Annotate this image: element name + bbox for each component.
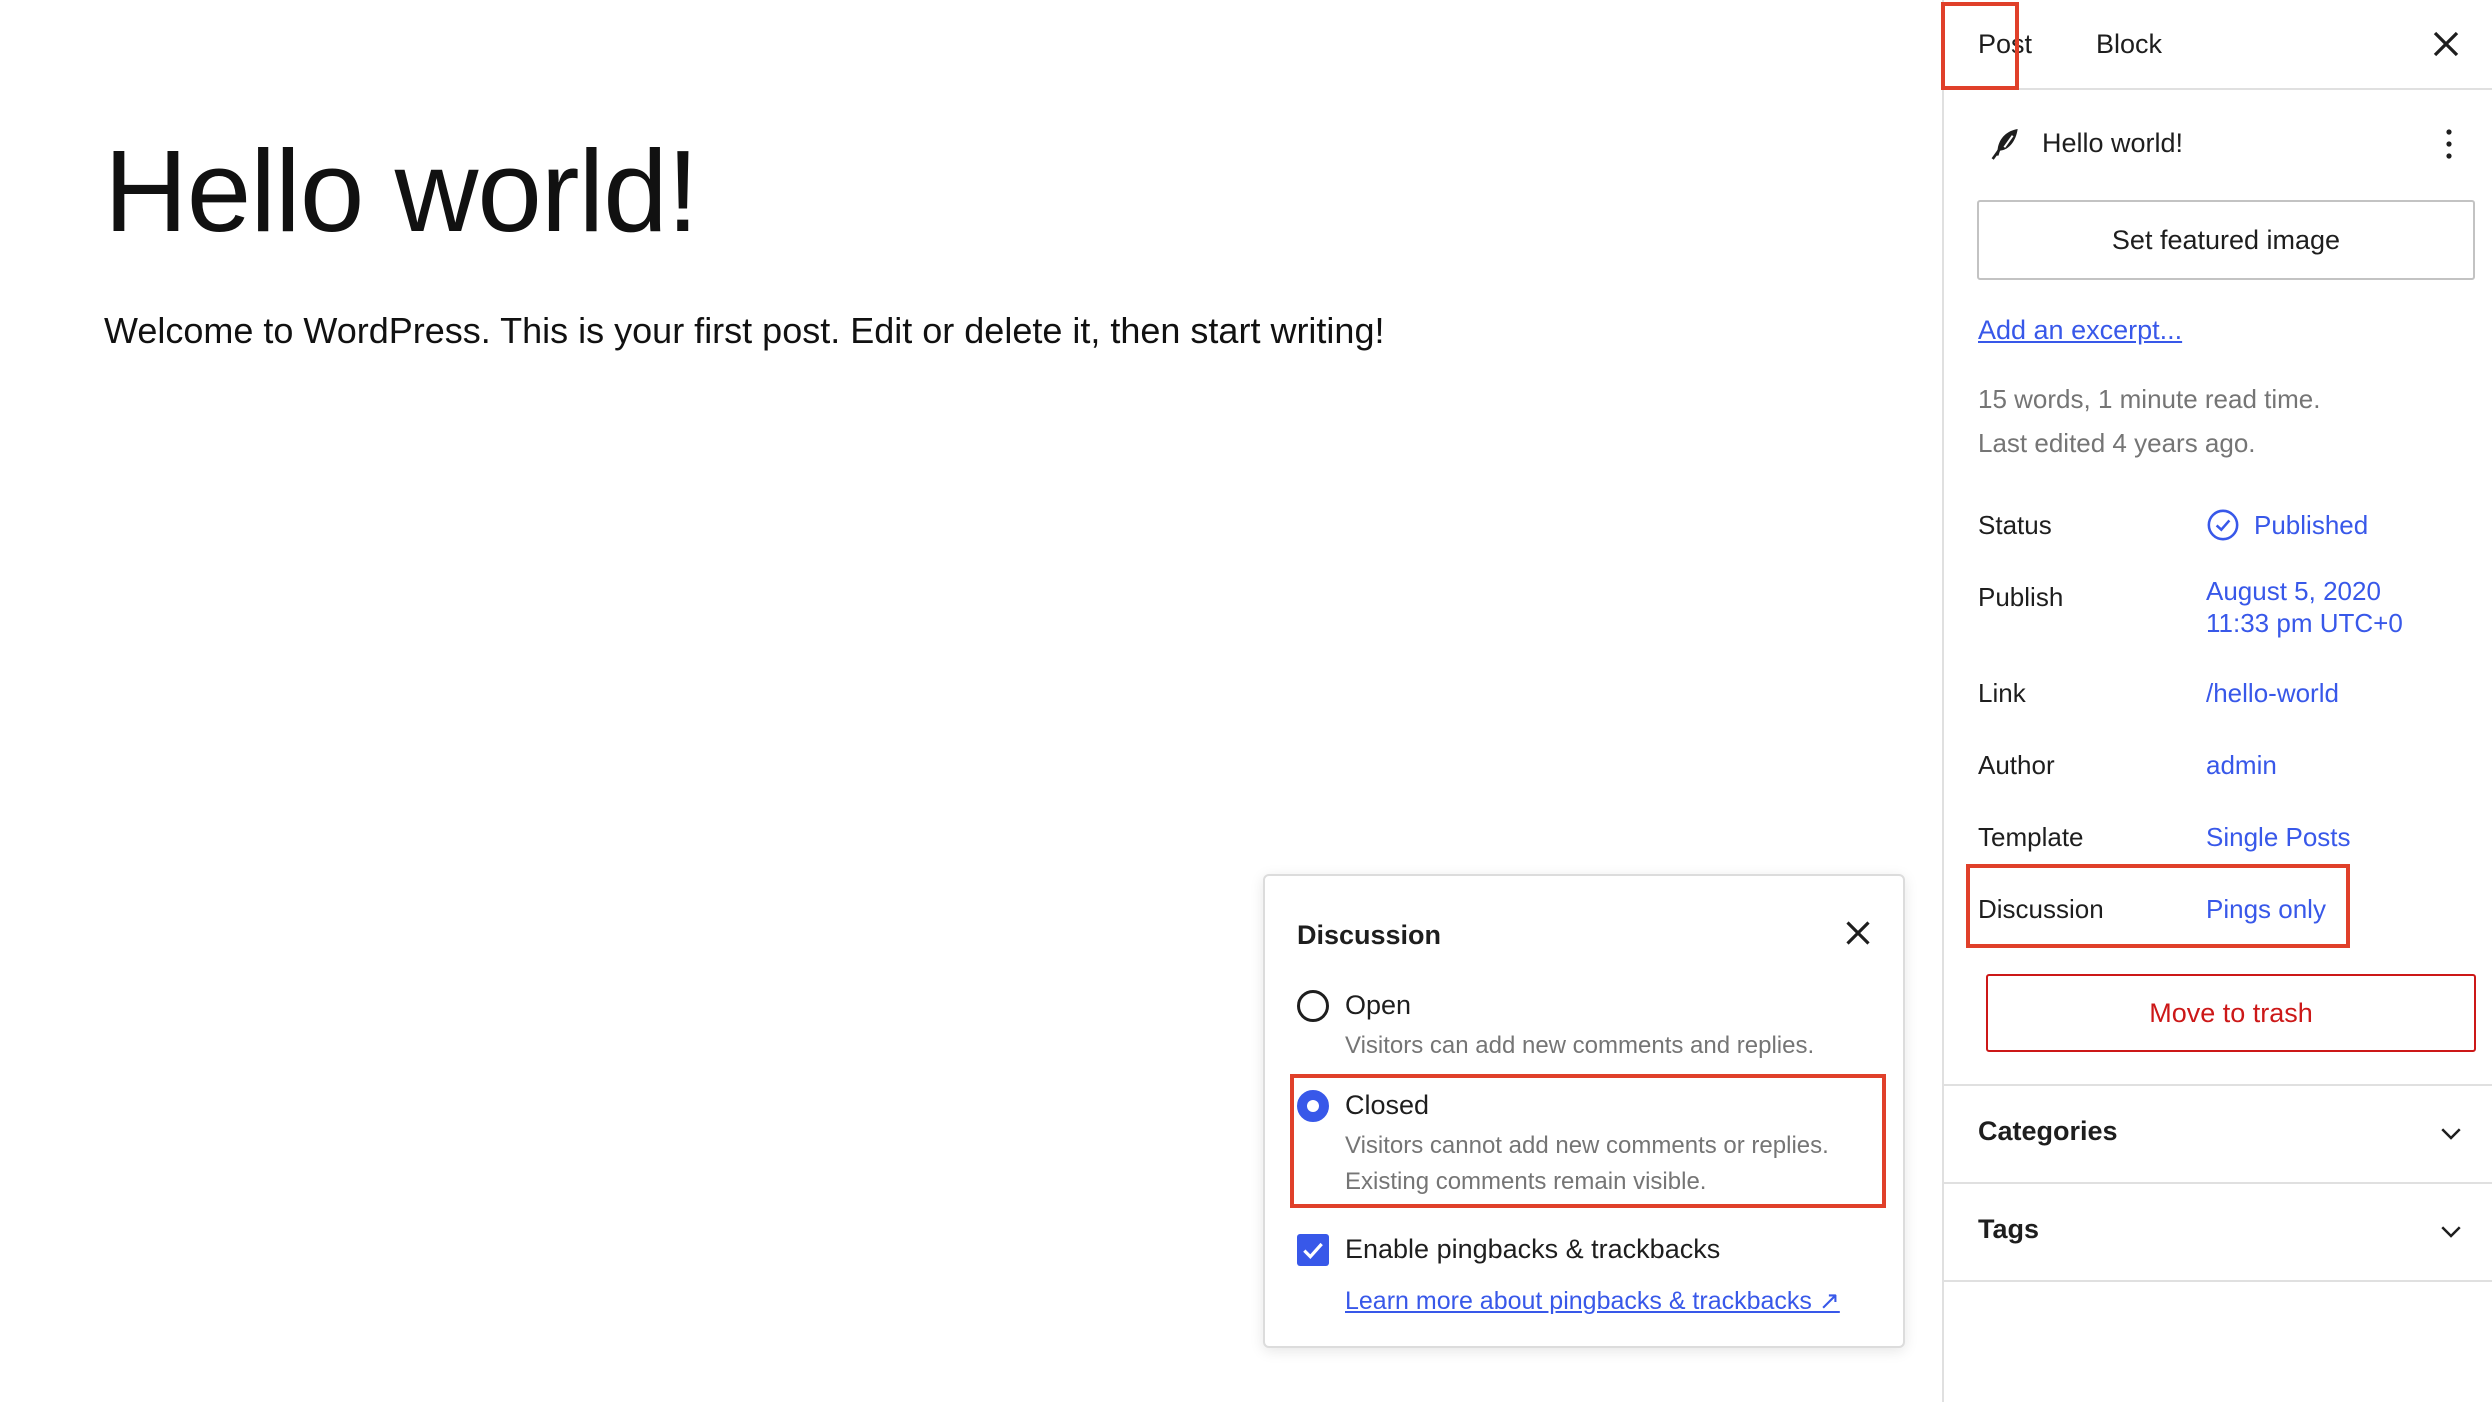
author-label: Author	[1978, 750, 2055, 780]
option-open-help: Visitors can add new comments and replie…	[1345, 1032, 1815, 1059]
word-count-text: 15 words, 1 minute read time.	[1978, 384, 2321, 414]
move-to-trash-button[interactable]: Move to trash	[1986, 974, 2476, 1052]
option-closed-label[interactable]: Closed	[1345, 1090, 1429, 1121]
discussion-popover-title: Discussion	[1297, 920, 1442, 950]
publish-date-value[interactable]: August 5, 2020 11:33 pm UTC+0	[2206, 576, 2403, 639]
close-sidebar-icon[interactable]	[2424, 22, 2468, 66]
tags-panel-title: Tags	[1978, 1214, 2040, 1244]
categories-panel-title: Categories	[1978, 1116, 2118, 1146]
template-value[interactable]: Single Posts	[2206, 822, 2351, 854]
post-title[interactable]: Hello world!	[104, 127, 699, 256]
link-value[interactable]: /hello-world	[2206, 678, 2339, 710]
discussion-value[interactable]: Pings only	[2206, 894, 2326, 926]
pingbacks-checkbox[interactable]	[1297, 1234, 1329, 1266]
categories-panel-toggle[interactable]: Categories	[1944, 1086, 2492, 1182]
pingbacks-label[interactable]: Enable pingbacks & trackbacks	[1345, 1234, 1720, 1265]
link-label: Link	[1978, 678, 2026, 708]
more-vertical-icon[interactable]	[2434, 122, 2464, 166]
radio-open[interactable]	[1297, 990, 1329, 1022]
publish-time-line: 11:33 pm UTC+0	[2206, 607, 2403, 638]
close-popover-icon[interactable]	[1837, 912, 1879, 954]
add-excerpt-link[interactable]: Add an excerpt...	[1978, 315, 2182, 346]
check-icon	[1303, 1242, 1323, 1259]
discussion-label: Discussion	[1978, 894, 2104, 924]
last-edited-text: Last edited 4 years ago.	[1978, 428, 2256, 458]
option-closed-help-line2: Existing comments remain visible.	[1345, 1168, 1707, 1195]
radio-closed[interactable]	[1297, 1090, 1329, 1122]
status-value[interactable]: Published	[2254, 510, 2368, 542]
option-open-label[interactable]: Open	[1345, 990, 1411, 1021]
learn-more-pingbacks-link[interactable]: Learn more about pingbacks & trackbacks …	[1345, 1286, 1840, 1316]
panel-divider	[1944, 1280, 2492, 1282]
template-label: Template	[1978, 822, 2084, 852]
publish-label: Publish	[1978, 582, 2064, 612]
sidebar-tabs: Post Block	[1944, 0, 2492, 90]
settings-sidebar: Post Block Hello world! Set featured ima…	[1941, 0, 2492, 1402]
status-label: Status	[1978, 510, 2052, 540]
post-paragraph[interactable]: Welcome to WordPress. This is your first…	[104, 306, 1384, 356]
author-value[interactable]: admin	[2206, 750, 2277, 782]
publish-date-line: August 5, 2020	[2206, 576, 2381, 606]
chevron-down-icon	[2441, 1128, 2461, 1140]
set-featured-image-button[interactable]: Set featured image	[1977, 200, 2475, 280]
check-circle-icon	[2206, 508, 2240, 542]
tab-block[interactable]: Block	[2064, 0, 2194, 88]
post-summary-title: Hello world!	[2042, 128, 2184, 158]
tags-panel-toggle[interactable]: Tags	[1944, 1184, 2492, 1280]
discussion-popover: Discussion Open Visitors can add new com…	[1263, 874, 1905, 1348]
feather-icon	[1986, 122, 2026, 166]
post-summary: Hello world!	[1944, 110, 2492, 180]
chevron-down-icon	[2441, 1226, 2461, 1238]
tab-post[interactable]: Post	[1946, 0, 2064, 88]
option-closed-help-line1: Visitors cannot add new comments or repl…	[1345, 1132, 1829, 1159]
